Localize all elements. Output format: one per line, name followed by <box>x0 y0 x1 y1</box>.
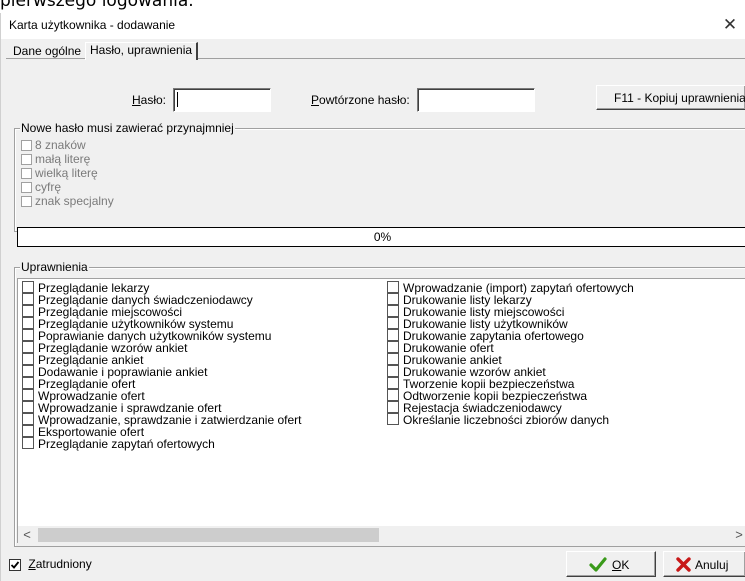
permission-item[interactable]: Wprowadzanie, sprawdzanie i zatwierdzani… <box>22 413 301 426</box>
chevron-left-icon: < <box>23 527 31 542</box>
permission-item[interactable]: Drukowanie listy miejscowości <box>387 305 634 318</box>
permission-checkbox[interactable] <box>22 281 34 293</box>
permission-checkbox[interactable] <box>22 377 34 389</box>
permission-checkbox[interactable] <box>387 389 399 401</box>
password-label: Hasło: <box>132 93 167 107</box>
permission-checkbox[interactable] <box>22 413 34 425</box>
checkmark-icon <box>589 557 607 572</box>
password-requirements-group <box>14 128 745 232</box>
background-caption: pierwszego logowania. <box>0 0 194 11</box>
requirement-checkbox <box>21 154 32 166</box>
window-title: Karta użytkownika - dodawanie <box>9 18 176 32</box>
permission-checkbox[interactable] <box>387 377 399 389</box>
permission-label: Przeglądanie zapytań ofertowych <box>38 437 215 451</box>
permission-checkbox[interactable] <box>22 365 34 377</box>
permission-checkbox[interactable] <box>387 341 399 353</box>
permissions-column-right: Wprowadzanie (import) zapytań ofertowych… <box>387 281 634 427</box>
permission-checkbox[interactable] <box>22 305 34 317</box>
ok-button[interactable]: OK <box>566 551 656 577</box>
permission-checkbox[interactable] <box>22 437 34 449</box>
requirements-legend: Nowe hasło musi zawierać przynajmniej <box>20 121 235 135</box>
scroll-right-button[interactable]: > <box>730 526 745 544</box>
check-icon <box>10 561 20 569</box>
close-icon: ✕ <box>722 15 738 34</box>
permissions-legend: Uprawnienia <box>20 260 89 274</box>
permission-checkbox[interactable] <box>22 293 34 305</box>
permission-checkbox[interactable] <box>387 401 399 413</box>
repeat-password-input[interactable] <box>417 88 535 112</box>
permission-checkbox[interactable] <box>22 425 34 437</box>
permission-checkbox[interactable] <box>387 317 399 329</box>
permission-item[interactable]: Wprowadzanie ofert <box>22 389 301 402</box>
permission-item[interactable]: Wprowadzanie (import) zapytań ofertowych <box>387 281 634 294</box>
permission-checkbox[interactable] <box>22 317 34 329</box>
title-bar: Karta użytkownika - dodawanie ✕ <box>1 13 745 39</box>
repeat-password-label: Powtórzone hasło: <box>311 93 410 107</box>
permissions-list-box: Przeglądanie lekarzy Przeglądanie danych … <box>17 278 745 544</box>
permission-label: Określanie liczebności zbiorów danych <box>403 413 610 427</box>
employed-checkbox[interactable] <box>9 558 21 571</box>
permission-item[interactable]: Przeglądanie danych świadczeniodawcy <box>22 293 301 306</box>
permission-item[interactable]: Przeglądanie zapytań ofertowych <box>22 437 301 451</box>
dialog-window: Karta użytkownika - dodawanie ✕ Dane ogó… <box>0 13 745 581</box>
requirement-item: 8 znaków <box>21 139 114 153</box>
password-strength-value: 0% <box>373 230 392 244</box>
requirement-item: znak specjalny <box>21 195 114 209</box>
requirement-checkbox <box>21 140 32 152</box>
tab-password-permissions[interactable]: Hasło, uprawnienia <box>85 42 199 60</box>
requirement-checkbox <box>21 168 32 180</box>
requirement-item: wielką literę <box>21 167 114 181</box>
requirements-list: 8 znaków małą literę wielką literę cyfrę… <box>21 139 114 209</box>
permission-checkbox[interactable] <box>22 329 34 341</box>
permission-item[interactable]: Dodawanie i poprawianie ankiet <box>22 365 301 378</box>
permission-item[interactable]: Określanie liczebności zbiorów danych <box>387 413 634 427</box>
permission-item[interactable]: Drukowanie listy użytkowników <box>387 317 634 330</box>
cancel-button[interactable]: Anuluj <box>663 551 745 577</box>
permission-item[interactable]: Odtworzenie kopii bezpieczeństwa <box>387 389 634 402</box>
employed-label: Zatrudniony <box>28 557 92 571</box>
permission-item[interactable]: Tworzenie kopii bezpieczeństwa <box>387 377 634 390</box>
permission-checkbox[interactable] <box>387 365 399 377</box>
permission-checkbox[interactable] <box>387 413 399 425</box>
permission-item[interactable]: Przeglądanie miejscowości <box>22 305 301 318</box>
permission-checkbox[interactable] <box>387 293 399 305</box>
requirement-item: cyfrę <box>21 181 114 195</box>
copy-permissions-button[interactable]: F11 - Kopiuj uprawnienia <box>596 85 745 110</box>
requirement-item: małą literę <box>21 153 114 167</box>
permission-item[interactable]: Przeglądanie lekarzy <box>22 281 301 294</box>
text-caret <box>177 92 178 107</box>
permission-item[interactable]: Drukowanie ankiet <box>387 353 634 366</box>
permissions-column-left: Przeglądanie lekarzy Przeglądanie danych … <box>22 281 301 451</box>
permission-checkbox[interactable] <box>387 353 399 365</box>
permission-checkbox[interactable] <box>387 281 399 293</box>
permission-checkbox[interactable] <box>387 329 399 341</box>
cancel-x-icon <box>676 557 691 572</box>
permission-checkbox[interactable] <box>22 401 34 413</box>
permission-checkbox[interactable] <box>22 353 34 365</box>
permission-checkbox[interactable] <box>22 341 34 353</box>
permission-item[interactable]: Wprowadzanie i sprawdzanie ofert <box>22 401 301 414</box>
password-input[interactable] <box>173 88 271 112</box>
ok-label: OK <box>612 558 630 572</box>
scroll-left-button[interactable]: < <box>18 526 36 544</box>
permission-checkbox[interactable] <box>387 305 399 317</box>
employed-checkbox-row[interactable]: Zatrudniony <box>9 557 92 571</box>
permission-item[interactable]: Drukowanie zapytania ofertowego <box>387 329 634 342</box>
requirement-checkbox <box>21 196 32 208</box>
password-strength-bar: 0% <box>17 227 745 247</box>
tab-general[interactable]: Dane ogólne <box>9 44 85 59</box>
requirement-checkbox <box>21 182 32 194</box>
scrollbar-thumb[interactable] <box>38 528 379 542</box>
cancel-label: Anuluj <box>695 558 729 572</box>
permission-item[interactable]: Przeglądanie użytkowników systemu <box>22 317 301 330</box>
permission-item[interactable]: Poprawianie danych użytkowników systemu <box>22 329 301 342</box>
permission-item[interactable]: Rejestacja świadczeniodawcy <box>387 401 634 414</box>
permission-item[interactable]: Drukowanie wzorów ankiet <box>387 365 634 378</box>
chevron-right-icon: > <box>735 527 743 542</box>
horizontal-scrollbar[interactable]: < > <box>18 526 745 544</box>
permission-checkbox[interactable] <box>22 389 34 401</box>
close-button[interactable]: ✕ <box>720 14 740 36</box>
